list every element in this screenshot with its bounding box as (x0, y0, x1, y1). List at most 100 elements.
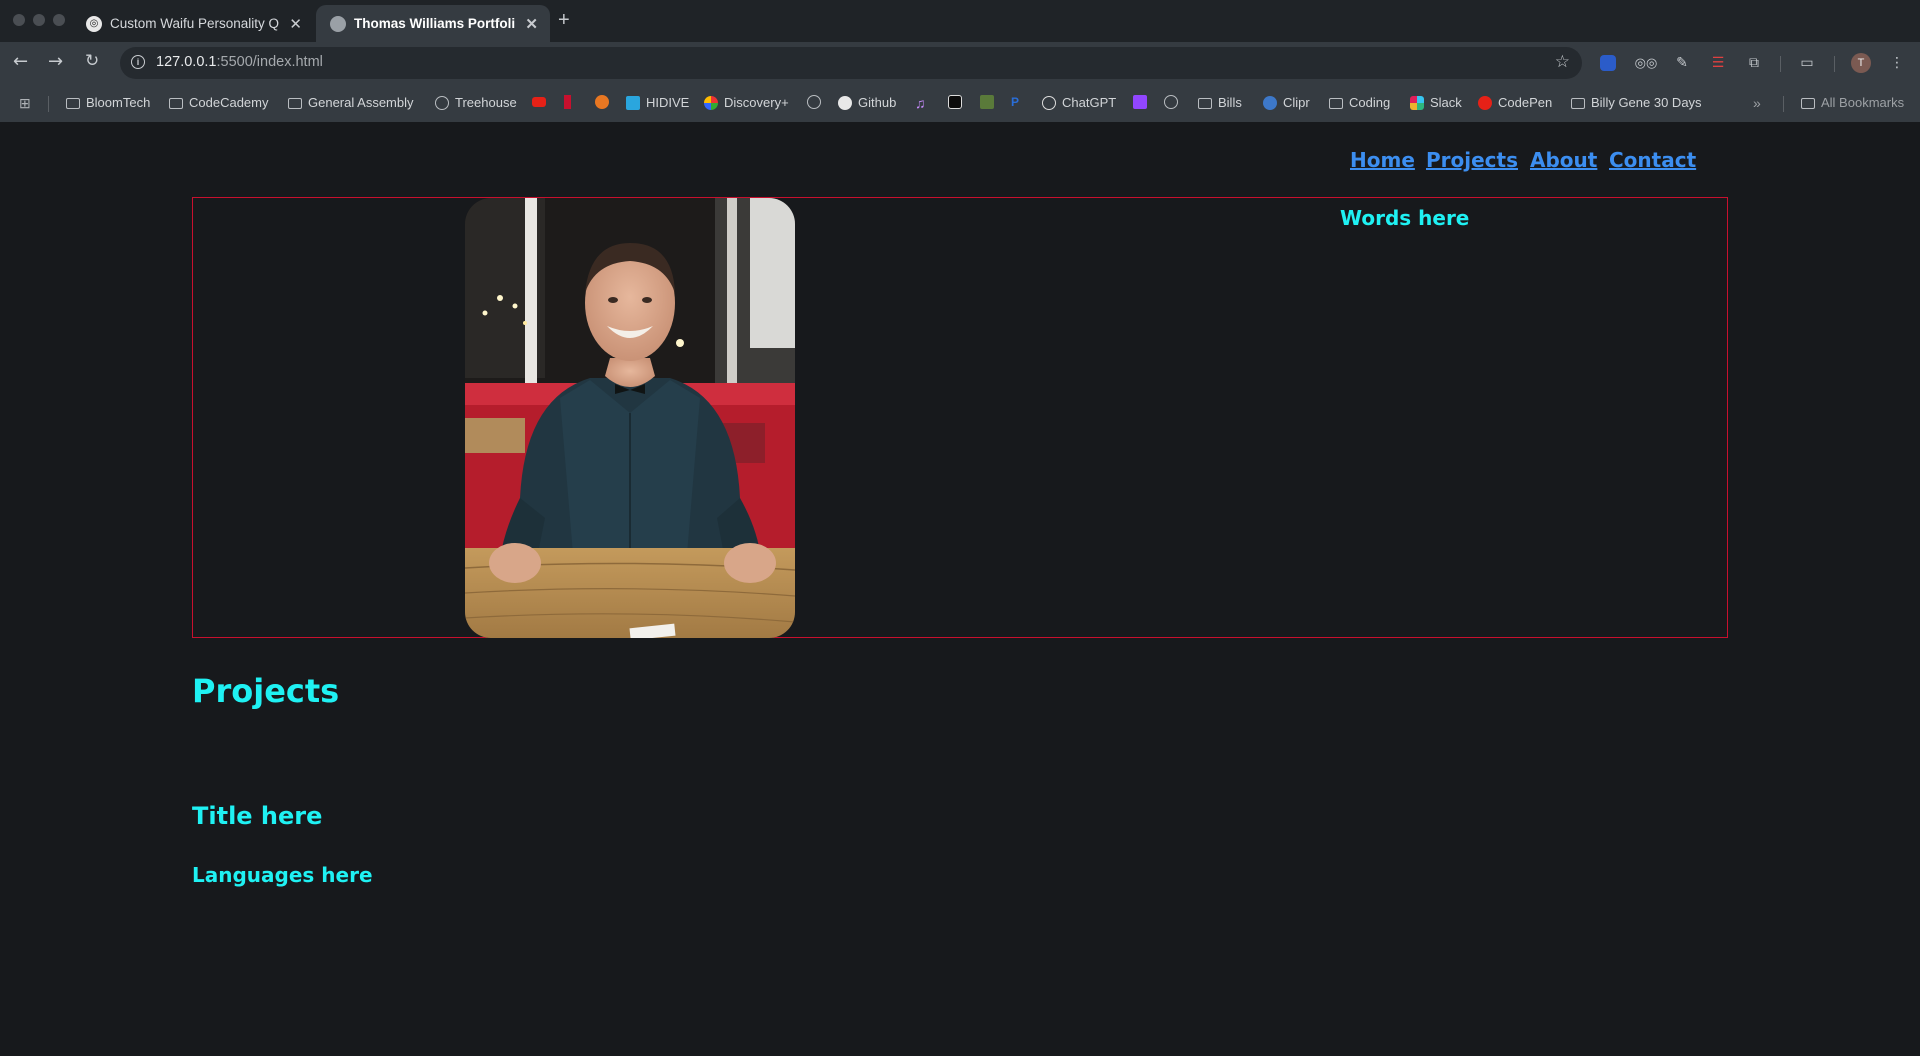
new-tab-button[interactable]: + (558, 9, 570, 32)
bookmark-star-icon[interactable]: ☆ (1555, 52, 1570, 72)
bookmark-paypal[interactable]: P (1011, 95, 1019, 109)
twitch-icon (1133, 95, 1147, 109)
bookmark-globe-2[interactable] (1164, 95, 1184, 109)
bookmark-clipr[interactable]: Clipr (1263, 95, 1310, 110)
back-icon[interactable]: ← (13, 51, 28, 72)
crunchyroll-icon (595, 95, 609, 109)
github-icon (838, 95, 852, 110)
paypal-icon: P (1011, 95, 1020, 109)
extension-1-icon[interactable] (1600, 55, 1616, 71)
eyedropper-icon[interactable]: ✎ (1672, 53, 1692, 73)
project-title: Title here (192, 802, 323, 830)
openai-icon: ◎ (86, 15, 102, 32)
hero-section: Words here (192, 197, 1728, 638)
discovery-icon (704, 95, 718, 110)
bookmark-codepen[interactable]: CodePen (1478, 95, 1552, 110)
bookmark-label: ChatGPT (1062, 95, 1117, 110)
close-tab-icon[interactable]: ✕ (289, 15, 302, 33)
bookmark-label: Coding (1349, 95, 1391, 110)
bookmark-twitch[interactable] (1133, 95, 1153, 109)
toolbar-separator (1834, 56, 1835, 72)
hero-text: Words here (1340, 206, 1470, 230)
tab-quiz[interactable]: ◎ Custom Waifu Personality Qu ✕ (72, 5, 314, 42)
openai-icon (1042, 95, 1056, 110)
bookmark-bloomtech[interactable]: BloomTech (66, 95, 150, 110)
globe-icon (807, 95, 821, 109)
menu-kebab-icon[interactable]: ⋮ (1887, 53, 1907, 73)
bookmark-coding[interactable]: Coding (1329, 95, 1390, 110)
bookmark-bills[interactable]: Bills (1198, 95, 1242, 110)
bookmark-billy-gene[interactable]: Billy Gene 30 Days (1571, 95, 1702, 110)
bookmark-shopify[interactable] (980, 95, 1000, 109)
bookmark-youtube[interactable] (532, 95, 552, 107)
bookmarks-separator (1783, 96, 1784, 112)
netflix-icon (564, 95, 571, 109)
profile-photo (465, 198, 795, 638)
bookmark-crunchyroll[interactable] (595, 95, 615, 109)
youtube-icon (532, 97, 546, 107)
folder-icon (1198, 98, 1212, 109)
browser-toolbar: ← → ↻ i 127.0.0.1:5500/index.html ☆ ◎◎ ✎… (0, 42, 1920, 84)
all-bookmarks[interactable]: All Bookmarks (1801, 95, 1904, 110)
bookmark-music[interactable]: ♫ (915, 95, 926, 111)
url-host: 127.0.0.1 (156, 54, 217, 70)
extensions-puzzle-icon[interactable]: ⧉ (1744, 53, 1764, 73)
glasses-extension-icon[interactable]: ◎◎ (1635, 53, 1658, 73)
bookmark-netflix[interactable] (564, 95, 577, 109)
bookmark-label: Slack (1430, 95, 1462, 110)
url-text[interactable]: 127.0.0.1:5500/index.html (156, 54, 323, 70)
nav-link-contact[interactable]: Contact (1609, 148, 1696, 172)
projects-heading: Projects (192, 672, 340, 710)
music-icon: ♫ (915, 95, 926, 111)
forward-icon[interactable]: → (48, 51, 63, 72)
bookmark-label: All Bookmarks (1821, 95, 1905, 110)
bookmark-globe[interactable] (807, 95, 827, 109)
folder-icon (1571, 98, 1585, 109)
bookmark-discovery[interactable]: Discovery+ (704, 95, 789, 110)
site-info-icon[interactable]: i (131, 55, 145, 69)
chevron-more-icon[interactable]: » (1753, 95, 1761, 111)
youtube-icon (1478, 95, 1492, 110)
bookmark-label: CodeCademy (189, 95, 269, 110)
maximize-window-button[interactable] (53, 14, 65, 26)
openai-icon (948, 95, 962, 109)
bookmark-label: Bills (1218, 95, 1242, 110)
bookmark-label: Clipr (1283, 95, 1310, 110)
profile-avatar[interactable]: T (1851, 53, 1871, 73)
reload-icon[interactable]: ↻ (85, 51, 99, 71)
address-bar[interactable]: i 127.0.0.1:5500/index.html ☆ (120, 47, 1582, 79)
hidive-icon (626, 95, 640, 110)
bookmark-general-assembly[interactable]: General Assembly (288, 95, 414, 110)
bookmark-label: Github (858, 95, 897, 110)
close-tab-icon[interactable]: ✕ (525, 15, 538, 33)
bookmark-hidive[interactable]: HIDIVE (626, 95, 689, 110)
nav-link-projects[interactable]: Projects (1426, 148, 1518, 172)
bookmark-chatgpt[interactable]: ChatGPT (1042, 95, 1116, 110)
bookmarks-separator (48, 96, 49, 112)
tab-strip: ◎ Custom Waifu Personality Qu ✕ Thomas W… (0, 0, 1920, 42)
bookmark-codecademy[interactable]: CodeCademy (169, 95, 269, 110)
globe-icon (330, 15, 346, 32)
globe-icon (435, 95, 449, 110)
bookmark-treehouse[interactable]: Treehouse (435, 95, 517, 110)
folder-icon (66, 98, 80, 109)
tab-search-icon[interactable]: ▭ (1797, 53, 1817, 73)
folder-icon (288, 98, 302, 109)
folder-icon (169, 98, 183, 109)
toolbar-separator (1780, 56, 1781, 72)
tab-title: Custom Waifu Personality Qu (110, 16, 280, 31)
minimize-window-button[interactable] (33, 14, 45, 26)
bookmark-github[interactable]: Github (838, 95, 896, 110)
bookmark-label: Treehouse (455, 95, 517, 110)
nav-link-about[interactable]: About (1530, 148, 1597, 172)
apps-grid-icon[interactable]: ⊞ (19, 95, 31, 112)
bookmark-slack[interactable]: Slack (1410, 95, 1462, 110)
close-window-button[interactable] (13, 14, 25, 26)
nav-link-home[interactable]: Home (1350, 148, 1415, 172)
tab-portfolio[interactable]: Thomas Williams Portfolio ✕ (316, 5, 550, 42)
bookmark-openai[interactable] (948, 95, 968, 109)
todo-extension-icon[interactable]: ☰ (1708, 53, 1728, 73)
shopify-icon (980, 95, 994, 109)
bookmark-label: General Assembly (308, 95, 414, 110)
bookmarks-bar: ⊞ BloomTech CodeCademy General Assembly … (0, 84, 1920, 123)
